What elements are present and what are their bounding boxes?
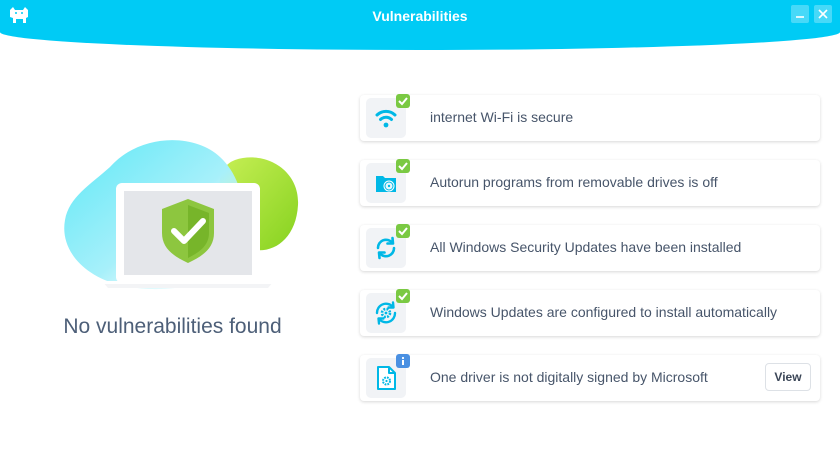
minimize-icon [796,16,804,18]
check-label: Windows Updates are configured to instal… [430,304,778,320]
title-bar: Vulnerabilities [0,0,840,50]
secure-check-icon [396,94,410,108]
no-vulnerabilities-message: No vulnerabilities found [63,315,282,338]
view-button[interactable]: View [765,363,811,391]
check-label: One driver is not digitally signed by Mi… [430,369,708,385]
secure-check-icon [396,289,410,303]
check-label: internet Wi-Fi is secure [430,109,574,125]
check-label: All Windows Security Updates have been i… [430,239,742,255]
minimize-button[interactable] [791,5,809,23]
check-auto-updates: Windows Updates are configured to instal… [360,289,820,336]
close-icon [818,9,828,19]
secure-check-icon [396,159,410,173]
check-autorun: Autorun programs from removable drives i… [360,159,820,206]
close-button[interactable] [814,5,832,23]
check-unsigned-driver: One driver is not digitally signed by Mi… [360,354,820,401]
secure-check-icon [396,224,410,238]
laptop-shield-check-icon [64,140,299,290]
check-security-updates: All Windows Security Updates have been i… [360,224,820,271]
info-icon [396,354,410,368]
check-label: Autorun programs from removable drives i… [430,174,718,190]
window-title: Vulnerabilities [372,8,468,24]
check-wifi: internet Wi-Fi is secure [360,94,820,141]
